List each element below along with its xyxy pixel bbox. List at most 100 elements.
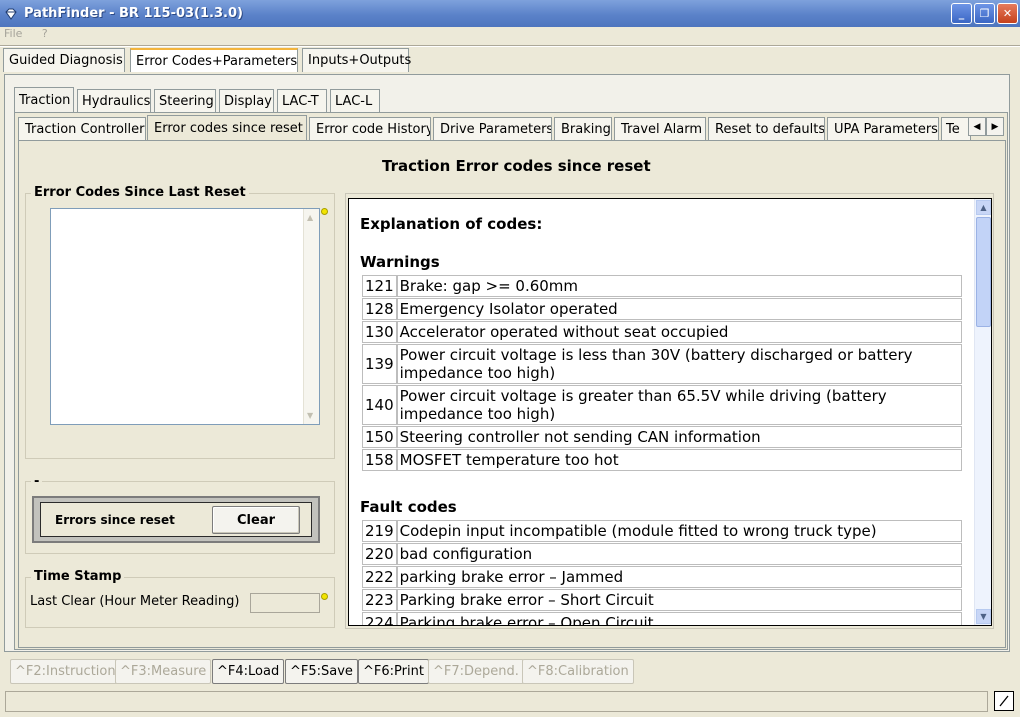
code-number: 220	[362, 543, 397, 565]
f3-measure-button[interactable]: ^F3:Measure	[115, 659, 212, 684]
f7-depend-button[interactable]: ^F7:Depend.	[428, 659, 524, 684]
code-number: 219	[362, 520, 397, 542]
menu-divider	[0, 45, 1020, 47]
title-bar: PathFinder - BR 115-03(1.3.0) _ ❐ ✕	[0, 0, 1020, 27]
last-clear-field	[250, 593, 320, 613]
tab-reset-to-defaults[interactable]: Reset to defaults	[708, 117, 825, 140]
menu-file[interactable]: File	[4, 27, 22, 40]
tab-error-codes-since-reset[interactable]: Error codes since reset	[147, 115, 307, 141]
code-description: Parking brake error – Short Circuit	[396, 589, 962, 611]
list-scrollbar[interactable]: ▲ ▼	[303, 209, 319, 424]
tab-upa-parameters[interactable]: UPA Parameters	[827, 117, 939, 140]
code-description: Emergency Isolator operated	[396, 298, 962, 320]
explanation-scrollbar[interactable]: ▲ ▼	[974, 199, 991, 625]
f5-save-button[interactable]: ^F5:Save	[285, 659, 358, 684]
code-description: MOSFET temperature too hot	[396, 449, 962, 471]
tab-scroll-right[interactable]: ▶	[986, 117, 1004, 136]
code-number: 130	[362, 321, 397, 343]
status-bar	[5, 691, 988, 712]
tab-travel-alarm[interactable]: Travel Alarm	[614, 117, 706, 140]
clear-group-title: -	[31, 474, 43, 489]
time-stamp-group-title: Time Stamp	[31, 569, 125, 584]
code-number: 223	[362, 589, 397, 611]
page-title: Traction Error codes since reset	[382, 157, 651, 175]
code-description: Power circuit voltage is greater than 65…	[396, 385, 962, 425]
f4-load-button[interactable]: ^F4:Load	[212, 659, 285, 684]
scroll-down-button[interactable]: ▼	[976, 609, 991, 624]
f2-instruction-button[interactable]: ^F2:Instruction	[10, 659, 121, 684]
tab-steering[interactable]: Steering	[154, 89, 216, 112]
error-codes-list[interactable]: ▲ ▼	[50, 208, 320, 425]
explanation-pane[interactable]: Explanation of codes: Warnings 121 Brake:…	[348, 198, 992, 626]
tab-display[interactable]: Display	[219, 89, 274, 112]
tab-inputs-outputs[interactable]: Inputs+Outputs	[302, 48, 411, 72]
restore-button[interactable]: ❐	[974, 3, 995, 24]
scroll-thumb[interactable]	[976, 217, 991, 327]
scroll-up-icon: ▲	[980, 203, 987, 212]
menu-bar: File ?	[0, 27, 1020, 43]
window-title: PathFinder - BR 115-03(1.3.0)	[24, 6, 243, 21]
status-indicator-icon	[321, 208, 328, 215]
tab-guided-diagnosis[interactable]: Guided Diagnosis	[3, 48, 125, 72]
tab-drive-parameters[interactable]: Drive Parameters	[433, 117, 552, 140]
scroll-down-icon: ▼	[307, 411, 314, 420]
code-number: 140	[362, 385, 397, 425]
code-row: 220 bad configuration	[362, 543, 962, 565]
scroll-down-icon: ▼	[980, 612, 987, 621]
tab-traction[interactable]: Traction	[14, 87, 74, 113]
code-number: 121	[362, 275, 397, 297]
errors-since-reset-label: Errors since reset	[55, 513, 175, 527]
chevron-right-icon: ▶	[991, 121, 999, 132]
close-button[interactable]: ✕	[997, 3, 1018, 24]
code-description: Accelerator operated without seat occupi…	[396, 321, 962, 343]
code-row: 140 Power circuit voltage is greater than…	[362, 385, 962, 425]
code-description: Parking brake error – Open Circuit	[396, 612, 962, 625]
faults-table: 219 Codepin input incompatible (module fi…	[362, 519, 962, 625]
code-number: 150	[362, 426, 397, 448]
restore-icon: ❐	[979, 7, 990, 20]
tab-error-codes-parameters[interactable]: Error Codes+Parameters	[130, 48, 298, 72]
code-row: 128 Emergency Isolator operated	[362, 298, 962, 320]
code-row: 224 Parking brake error – Open Circuit	[362, 612, 962, 625]
code-description: Brake: gap >= 0.60mm	[396, 275, 962, 297]
faults-title: Fault codes	[360, 498, 457, 516]
code-number: 224	[362, 612, 397, 625]
menu-help[interactable]: ?	[42, 27, 48, 40]
warnings-title: Warnings	[360, 253, 440, 271]
code-row: 223 Parking brake error – Short Circuit	[362, 589, 962, 611]
tab-lac-t[interactable]: LAC-T	[277, 89, 327, 112]
code-row: 130 Accelerator operated without seat occ…	[362, 321, 962, 343]
code-description: Codepin input incompatible (module fitte…	[396, 520, 962, 542]
code-description: parking brake error – Jammed	[396, 566, 962, 588]
tab-hydraulics[interactable]: Hydraulics	[77, 89, 151, 112]
scroll-up-button[interactable]: ▲	[976, 200, 991, 215]
code-row: 121 Brake: gap >= 0.60mm	[362, 275, 962, 297]
code-number: 222	[362, 566, 397, 588]
code-row: 219 Codepin input incompatible (module fi…	[362, 520, 962, 542]
scroll-up-icon: ▲	[307, 213, 314, 222]
f6-print-button[interactable]: ^F6:Print	[358, 659, 429, 684]
tab-error-code-history[interactable]: Error code History	[309, 117, 431, 140]
code-number: 128	[362, 298, 397, 320]
minimize-button[interactable]: _	[951, 3, 972, 24]
code-row: 150 Steering controller not sending CAN i…	[362, 426, 962, 448]
code-row: 158 MOSFET temperature too hot	[362, 449, 962, 471]
tab-braking[interactable]: Braking	[554, 117, 612, 140]
minimize-icon: _	[958, 7, 965, 20]
code-number: 139	[362, 344, 397, 384]
f8-calibration-button[interactable]: ^F8:Calibration	[522, 659, 634, 684]
error-codes-group-title: Error Codes Since Last Reset	[31, 185, 249, 200]
status-indicator-icon	[321, 593, 328, 600]
warnings-table: 121 Brake: gap >= 0.60mm 128 Emergency Isol…	[362, 274, 962, 472]
tab-traction-controller[interactable]: Traction Controller	[18, 117, 146, 140]
tab-scroll-left[interactable]: ◀	[968, 117, 986, 136]
code-row: 139 Power circuit voltage is less than 30…	[362, 344, 962, 384]
code-number: 158	[362, 449, 397, 471]
chevron-left-icon: ◀	[973, 121, 981, 132]
code-description: bad configuration	[396, 543, 962, 565]
resize-grip-icon[interactable]	[994, 691, 1014, 711]
tab-lac-l[interactable]: LAC-L	[330, 89, 380, 112]
explanation-title: Explanation of codes:	[360, 215, 543, 233]
tab-truncated[interactable]: Te	[941, 117, 971, 140]
clear-button[interactable]: Clear	[212, 506, 300, 534]
